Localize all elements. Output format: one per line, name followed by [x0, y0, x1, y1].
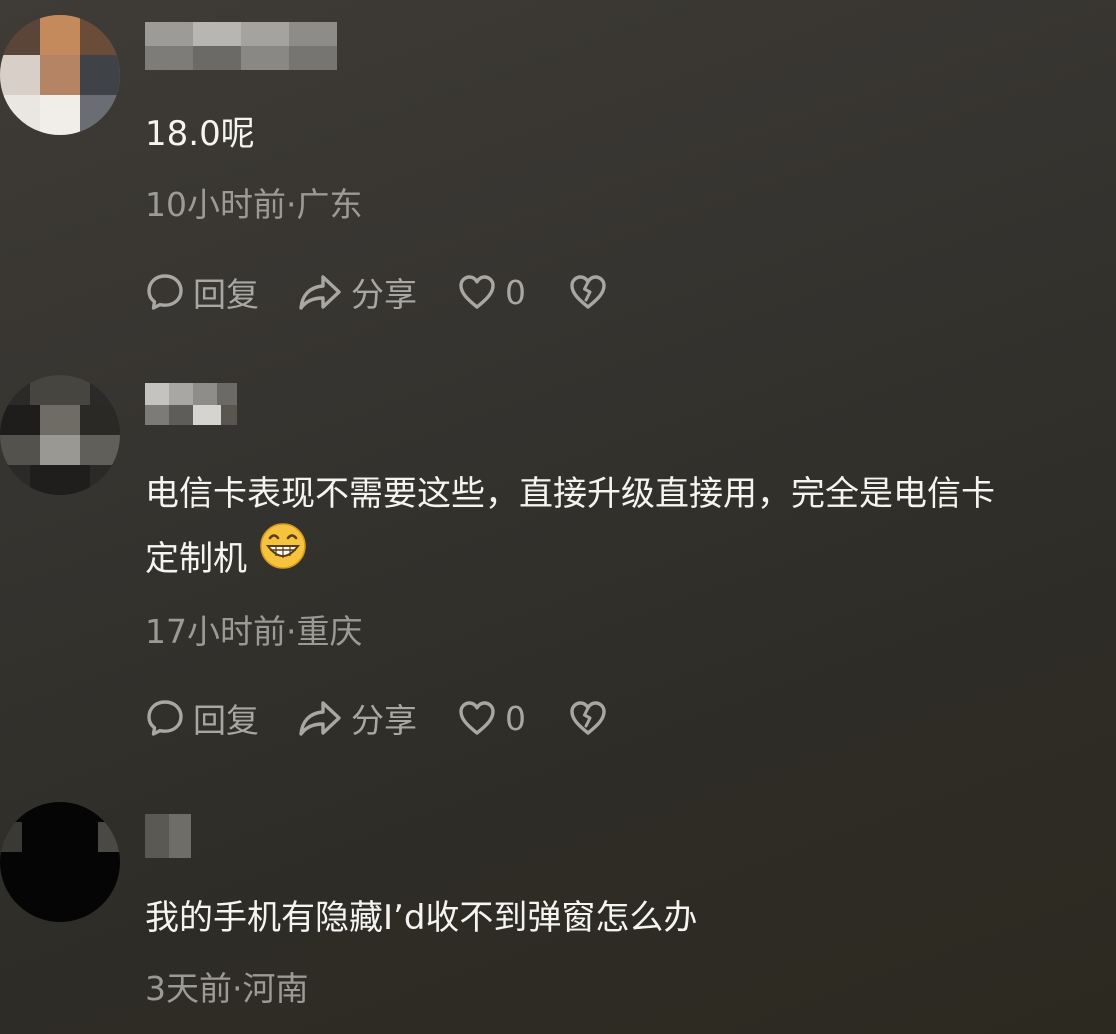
comment-meta: 3天前·河南 — [145, 969, 309, 1008]
comment-text: 我的手机有隐藏I’d收不到弹窗怎么办 — [145, 898, 698, 938]
comment-item: 我的手机有隐藏I’d收不到弹窗怎么办 3天前·河南 — [0, 0, 1116, 1034]
username-blurred[interactable] — [145, 814, 195, 864]
avatar[interactable] — [0, 802, 120, 922]
